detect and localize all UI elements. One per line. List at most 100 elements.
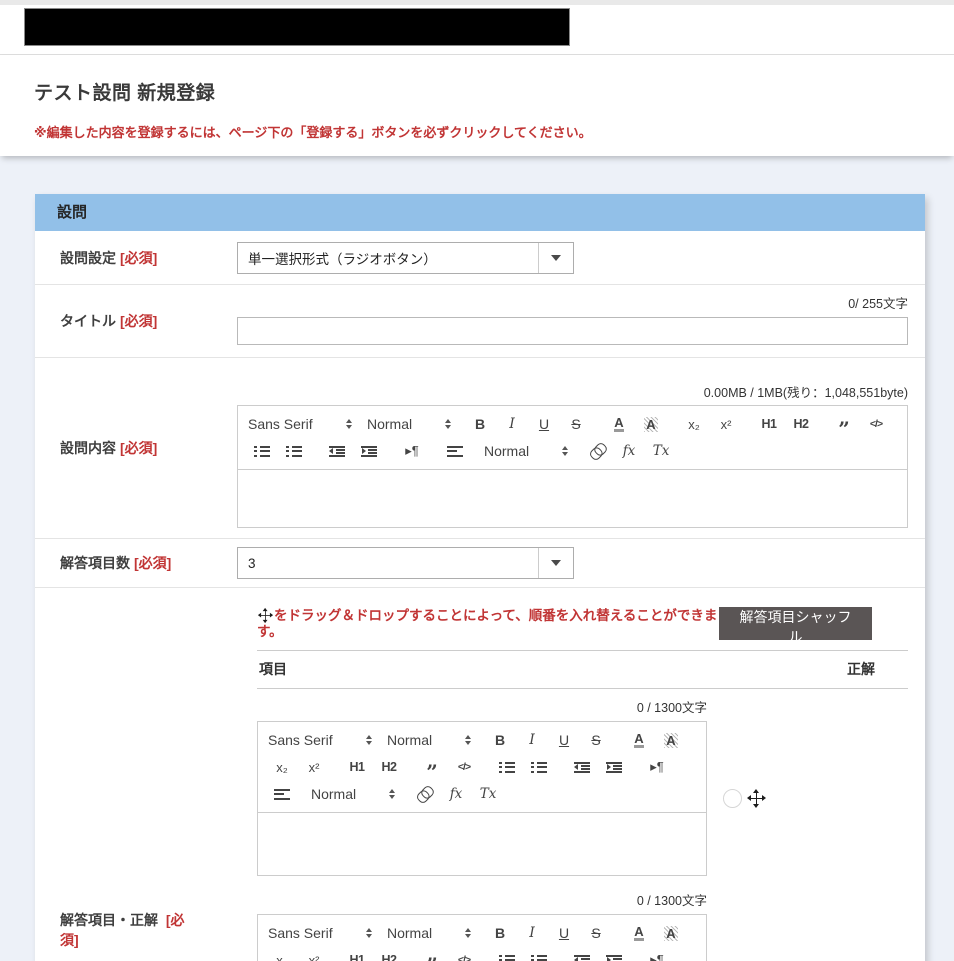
question-content-editor: Sans Serif Normal BIUS AAx₂x² H1H2 ”</> ▸¶ Norm… <box>237 405 908 528</box>
font-select[interactable]: Sans Serif <box>248 413 352 435</box>
italic-button[interactable]: I <box>518 922 546 944</box>
strike-button[interactable]: S <box>582 729 610 751</box>
clean-button[interactable]: Tx <box>647 440 675 462</box>
direction-button[interactable]: ▸¶ <box>398 440 426 462</box>
code-block-button[interactable]: </> <box>450 756 478 778</box>
h1-button[interactable]: H1 <box>343 756 371 778</box>
bold-button[interactable]: B <box>486 729 514 751</box>
link-button[interactable] <box>583 440 611 462</box>
bullet-list-button[interactable] <box>525 949 553 961</box>
link-button[interactable] <box>410 783 438 805</box>
answer-count-select[interactable]: 3 <box>237 547 574 579</box>
code-block-button[interactable]: </> <box>862 413 890 435</box>
h2-button[interactable]: H2 <box>787 413 815 435</box>
outdent-icon <box>574 762 590 773</box>
h2-button[interactable]: H2 <box>375 756 403 778</box>
formula-button[interactable]: fx <box>442 783 470 805</box>
bullet-list-icon <box>286 446 302 457</box>
blockquote-button[interactable]: ” <box>418 756 446 778</box>
move-handle-icon[interactable] <box>748 790 765 807</box>
link-icon <box>415 785 433 803</box>
align-button[interactable] <box>441 440 469 462</box>
browser-top-strip <box>0 0 954 5</box>
superscript-button[interactable]: x² <box>300 756 328 778</box>
underline-button[interactable]: U <box>530 413 558 435</box>
font-select[interactable]: Sans Serif <box>268 922 372 944</box>
strike-icon: S <box>571 416 580 432</box>
clean-button[interactable]: Tx <box>474 783 502 805</box>
question-type-select[interactable]: 単一選択形式（ラジオボタン） <box>237 242 574 274</box>
editor-content-area[interactable] <box>258 813 706 875</box>
underline-button[interactable]: U <box>550 922 578 944</box>
code-block-button[interactable]: </> <box>450 949 478 961</box>
ordered-list-icon <box>254 446 270 457</box>
outdent-button[interactable] <box>568 756 596 778</box>
editor-content-area[interactable] <box>238 470 907 527</box>
color-button[interactable]: A <box>625 729 653 751</box>
editor-toolbar: Sans Serif Normal BIUS AAx₂x² H1H2 ”</> ▸¶ Norm… <box>238 406 907 470</box>
direction-button[interactable]: ▸¶ <box>643 949 671 961</box>
strike-button[interactable]: S <box>562 413 590 435</box>
title-input[interactable] <box>237 317 908 345</box>
page-background: 設問 設問設定[必須] 単一選択形式（ラジオボタン） タイトル[必須] <box>0 156 954 961</box>
size-select[interactable]: Normal <box>311 783 395 805</box>
indent-button[interactable] <box>600 756 628 778</box>
section-header: 設問 <box>35 194 925 231</box>
bold-button[interactable]: B <box>466 413 494 435</box>
link-icon <box>588 442 606 460</box>
updown-arrow-icon <box>389 789 395 799</box>
direction-button[interactable]: ▸¶ <box>643 756 671 778</box>
ordered-list-button[interactable] <box>493 756 521 778</box>
subscript-button[interactable]: x₂ <box>268 756 296 778</box>
superscript-button[interactable]: x² <box>300 949 328 961</box>
background-button[interactable]: A <box>637 413 665 435</box>
superscript-button[interactable]: x² <box>712 413 740 435</box>
ordered-list-button[interactable] <box>493 949 521 961</box>
formula-button[interactable]: fx <box>615 440 643 462</box>
outdent-button[interactable] <box>323 440 351 462</box>
bullet-list-icon <box>531 762 547 773</box>
size-select[interactable]: Normal <box>484 440 568 462</box>
h2-button[interactable]: H2 <box>375 949 403 961</box>
clean-icon: Tx <box>480 786 497 802</box>
shuffle-answers-button[interactable]: 解答項目シャッフル <box>719 607 872 640</box>
bullet-list-button[interactable] <box>525 756 553 778</box>
underline-button[interactable]: U <box>550 729 578 751</box>
editor-toolbar: Sans Serif Normal BIUS AAx₂x² H1 H2 ”</> ▸¶ Norm… <box>258 722 706 813</box>
subscript-button[interactable]: x₂ <box>268 949 296 961</box>
bold-button[interactable]: B <box>486 922 514 944</box>
background-button[interactable]: A <box>657 922 685 944</box>
blockquote-button[interactable]: ” <box>418 949 446 961</box>
font-select[interactable]: Sans Serif <box>268 729 372 751</box>
correct-answer-radio[interactable] <box>723 789 742 808</box>
h1-button[interactable]: H1 <box>343 949 371 961</box>
header-select[interactable]: Normal <box>387 922 471 944</box>
outdent-button[interactable] <box>568 949 596 961</box>
font-select-value: Sans Serif <box>248 416 313 432</box>
strike-icon: S <box>591 732 600 748</box>
header-select[interactable]: Normal <box>387 729 471 751</box>
editor-toolbar: Sans SerifNormalBIUSAAx₂x²H1H2”</>▸¶Norm… <box>258 915 706 961</box>
strike-button[interactable]: S <box>582 922 610 944</box>
h2-icon: H2 <box>382 760 397 774</box>
subscript-button[interactable]: x₂ <box>680 413 708 435</box>
field-label-title: タイトル[必須] <box>35 311 212 331</box>
background-button[interactable]: A <box>657 729 685 751</box>
label-text: 設問内容 <box>60 440 116 456</box>
required-badge: [必須] <box>120 250 157 266</box>
header-select[interactable]: Normal <box>367 413 451 435</box>
h1-button[interactable]: H1 <box>755 413 783 435</box>
color-button[interactable]: A <box>625 922 653 944</box>
indent-button[interactable] <box>355 440 383 462</box>
italic-button[interactable]: I <box>498 413 526 435</box>
align-button[interactable] <box>268 783 296 805</box>
indent-button[interactable] <box>600 949 628 961</box>
blockquote-button[interactable]: ” <box>830 413 858 435</box>
color-button[interactable]: A <box>605 413 633 435</box>
field-label-answer-items: 解答項目・正解 [必須] <box>35 588 212 961</box>
h1-icon: H1 <box>350 760 365 774</box>
bullet-list-button[interactable] <box>280 440 308 462</box>
ordered-list-button[interactable] <box>248 440 276 462</box>
color-icon: A <box>614 416 623 433</box>
italic-button[interactable]: I <box>518 729 546 751</box>
